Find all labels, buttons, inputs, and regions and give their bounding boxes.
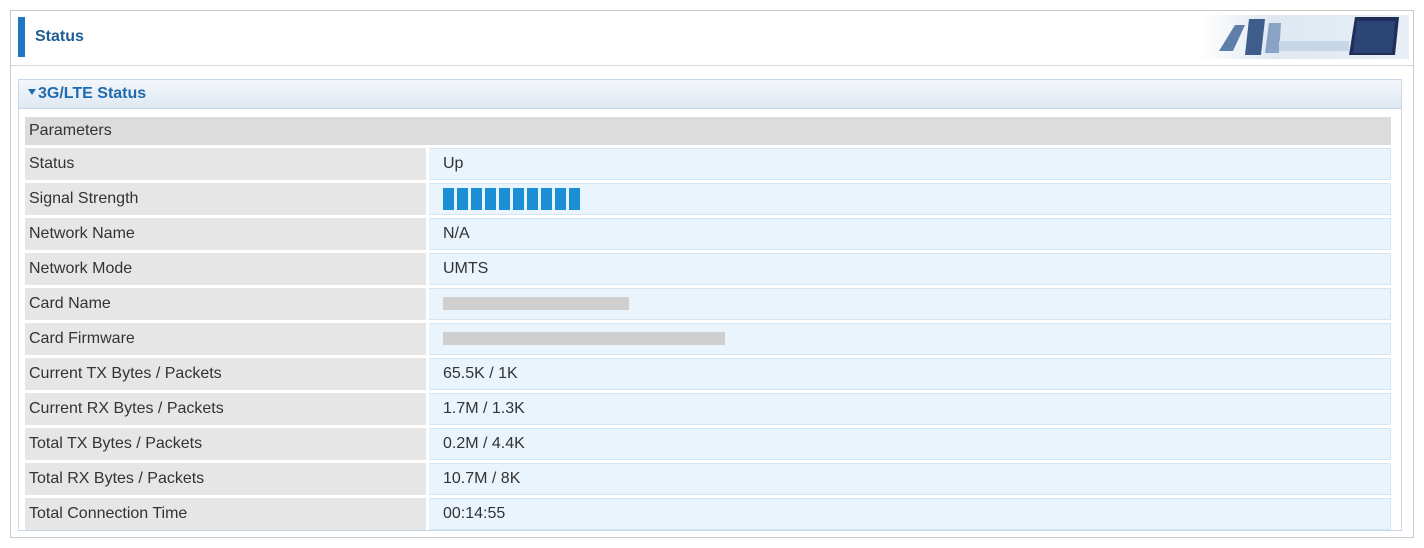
signal-bar [541,188,552,210]
param-name: Current RX Bytes / Packets [25,393,429,425]
param-name: Total TX Bytes / Packets [25,428,429,460]
table-header-cell: Parameters [25,117,1391,145]
signal-strength-bars [443,188,1390,210]
signal-bar [443,188,454,210]
redacted-value [443,332,725,346]
banner-image [1199,15,1409,59]
param-name: Status [25,148,429,180]
table-row: Total Connection Time 00:14:55 [25,498,1391,530]
signal-bar [513,188,524,210]
signal-bar [485,188,496,210]
signal-bar [471,188,482,210]
signal-bar [527,188,538,210]
table-row: Network Mode UMTS [25,253,1391,285]
param-name: Current TX Bytes / Packets [25,358,429,390]
collapse-triangle-icon[interactable] [28,89,36,95]
section-header[interactable]: 3G/LTE Status [19,80,1401,109]
param-value: 1.7M / 1.3K [429,393,1391,425]
signal-bar [457,188,468,210]
param-name: Card Firmware [25,323,429,355]
page-title: Status [35,28,84,45]
param-value [429,288,1391,320]
parameters-table: Parameters Status Up Signal Strength Networ… [25,114,1391,533]
param-value: 00:14:55 [429,498,1391,530]
signal-bar [569,188,580,210]
status-page: Status 3G/LTE Status Parameters Status U… [10,10,1414,538]
param-value: 0.2M / 4.4K [429,428,1391,460]
section-title: 3G/LTE Status [38,85,147,102]
table-row: Card Firmware [25,323,1391,355]
param-value [429,183,1391,215]
param-value: Up [429,148,1391,180]
signal-bar [555,188,566,210]
table-row: Total TX Bytes / Packets 0.2M / 4.4K [25,428,1391,460]
param-value: 10.7M / 8K [429,463,1391,495]
param-name: Signal Strength [25,183,429,215]
table-row: Card Name [25,288,1391,320]
table-row: Current RX Bytes / Packets 1.7M / 1.3K [25,393,1391,425]
table-row: Status Up [25,148,1391,180]
param-value: UMTS [429,253,1391,285]
param-value [429,323,1391,355]
param-value: N/A [429,218,1391,250]
param-name: Total Connection Time [25,498,429,530]
header-accent-bar [18,17,25,57]
table-row: Current TX Bytes / Packets 65.5K / 1K [25,358,1391,390]
table-row: Network Name N/A [25,218,1391,250]
param-name: Card Name [25,288,429,320]
lte-status-panel: 3G/LTE Status Parameters Status Up Signal … [18,79,1402,531]
redacted-value [443,297,629,311]
table-header-row: Parameters [25,117,1391,145]
page-header: Status [11,11,1413,66]
param-name: Network Name [25,218,429,250]
param-name: Network Mode [25,253,429,285]
signal-bar [499,188,510,210]
table-row: Total RX Bytes / Packets 10.7M / 8K [25,463,1391,495]
table-row: Signal Strength [25,183,1391,215]
param-value: 65.5K / 1K [429,358,1391,390]
param-name: Total RX Bytes / Packets [25,463,429,495]
